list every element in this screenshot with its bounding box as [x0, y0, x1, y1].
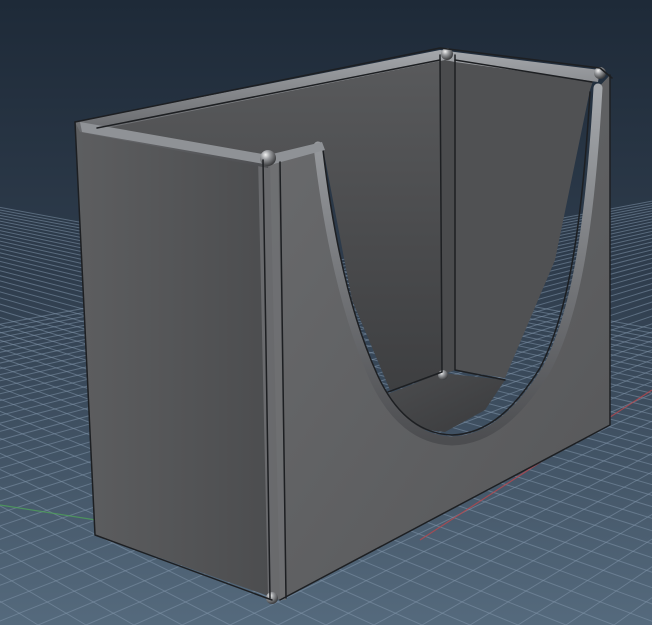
corner-cap-inner — [438, 370, 448, 380]
viewport-canvas[interactable] — [0, 0, 652, 625]
left-side-face — [75, 122, 280, 600]
3d-viewport[interactable] — [0, 0, 652, 625]
